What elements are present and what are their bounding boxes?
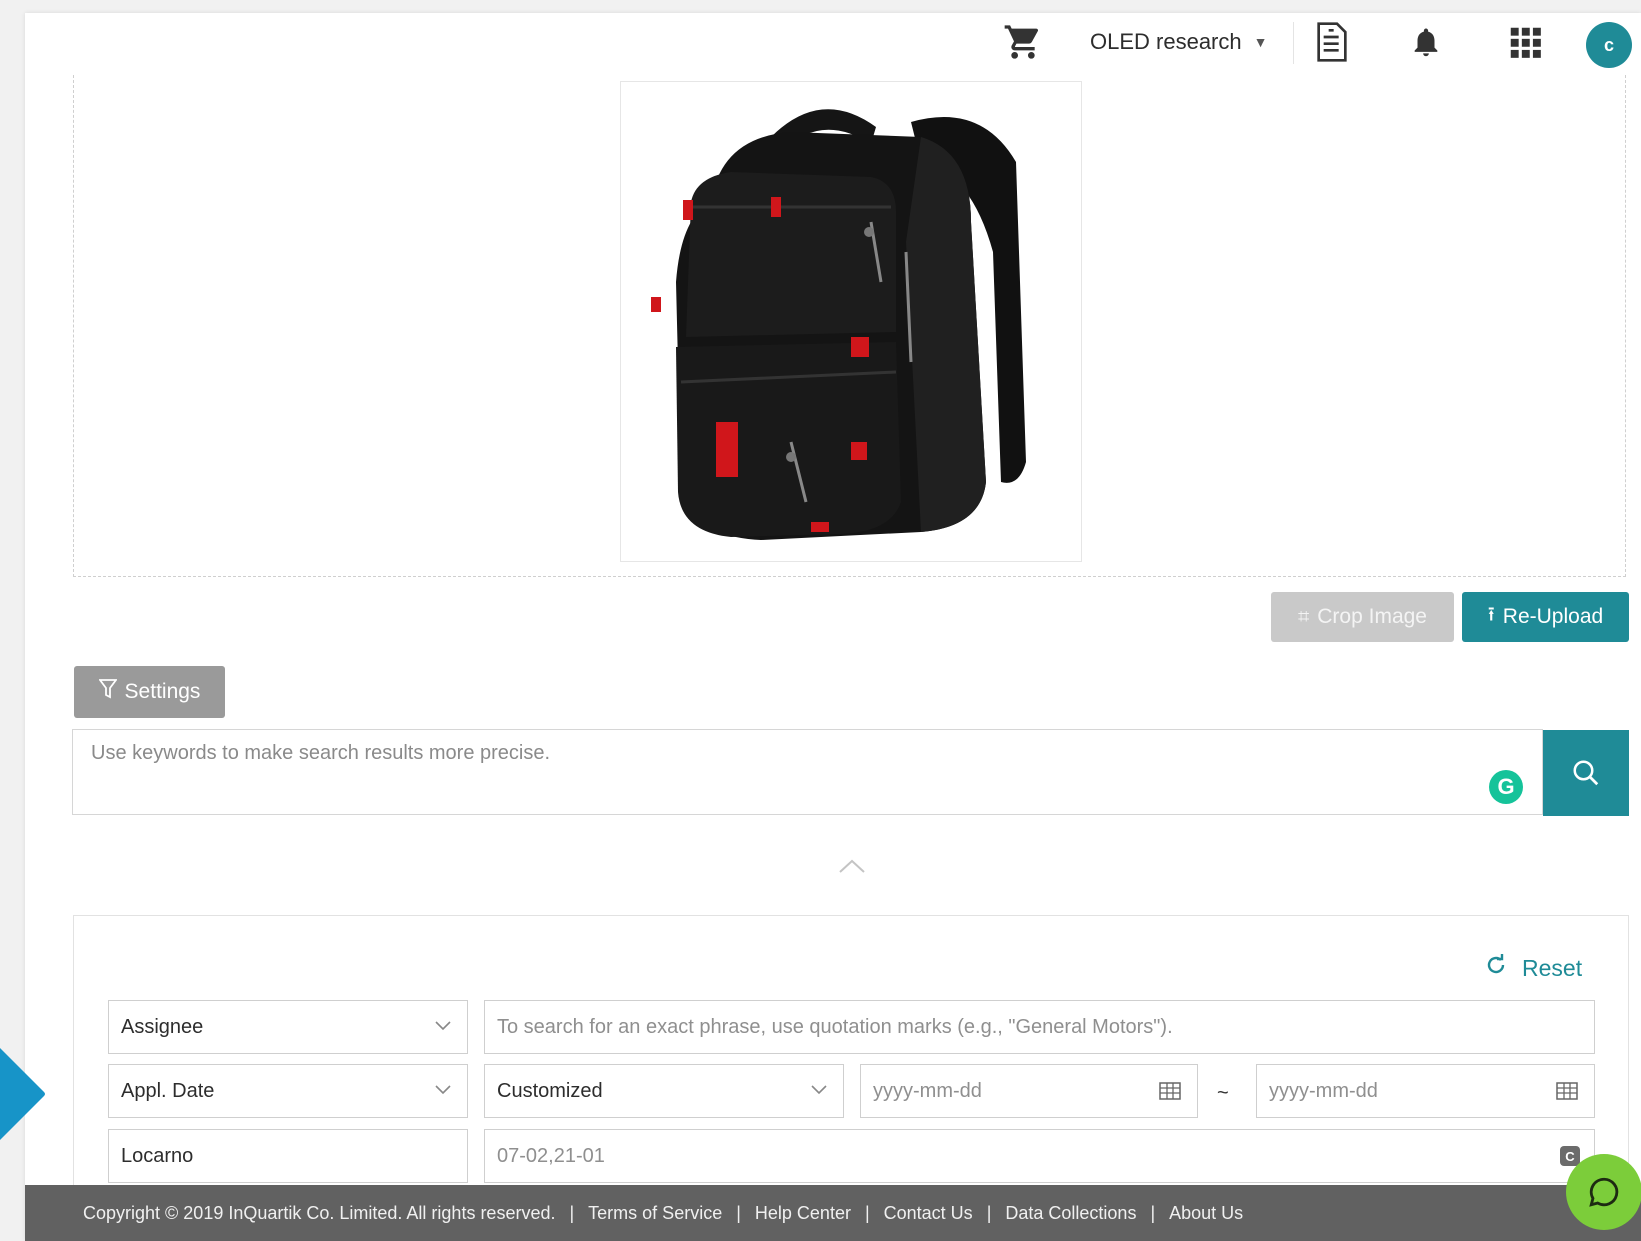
document-icon[interactable] [1315,20,1349,64]
calendar-icon[interactable] [1556,1081,1578,1101]
footer-separator: | [1150,1202,1156,1223]
chevron-down-icon [811,1085,827,1095]
chevron-down-icon [435,1085,451,1095]
chevron-down-icon: ▼ [1253,34,1268,50]
calendar-icon[interactable] [1159,1081,1181,1101]
project-name: OLED research [1090,29,1242,54]
crop-image-button[interactable]: ⌗ Crop Image [1271,592,1454,642]
uploaded-image-preview [620,81,1082,562]
tour-pointer-arrow-icon [0,1048,46,1145]
date-range-type-select[interactable]: Customized [484,1064,844,1118]
reupload-label: Re-Upload [1502,605,1604,628]
date-from-input[interactable]: yyyy-mm-dd [860,1064,1198,1118]
crop-icon: ⌗ [1298,605,1310,628]
field-label-value: Locarno [121,1144,194,1167]
date-to-input[interactable]: yyyy-mm-dd [1256,1064,1595,1118]
chevron-down-icon [435,1021,451,1031]
date-from-placeholder: yyyy-mm-dd [873,1079,982,1102]
upload-icon: ⭱ [1487,604,1495,626]
reset-button[interactable]: Reset [1484,953,1582,984]
footer-separator: | [986,1202,992,1223]
clear-icon[interactable]: C [1560,1146,1580,1166]
footer-link-help[interactable]: Help Center [755,1203,851,1224]
keyword-search-input[interactable] [73,730,1542,814]
cart-icon[interactable] [1003,20,1043,64]
refresh-icon [1484,953,1508,984]
bell-icon[interactable] [1409,20,1443,64]
header-divider [1293,22,1294,64]
apps-grid-icon[interactable] [1506,20,1544,64]
field-label-locarno: Locarno [108,1129,468,1183]
crop-image-label: Crop Image [1317,605,1427,628]
footer-link-terms[interactable]: Terms of Service [588,1203,722,1224]
grammarly-icon[interactable]: G [1489,770,1523,804]
settings-label: Settings [124,680,201,703]
assignee-input[interactable]: To search for an exact phrase, use quota… [484,1000,1595,1054]
date-range-separator: ~ [1217,1082,1229,1104]
chevron-up-icon[interactable] [838,858,866,879]
field-select-value: Appl. Date [121,1079,215,1102]
date-range-type-value: Customized [497,1079,603,1102]
locarno-input[interactable]: 07-02,21-01 C [484,1129,1595,1183]
filter-icon [97,679,118,705]
chat-bubble-icon [1589,1177,1619,1207]
grammarly-letter: G [1497,774,1515,799]
field-select-appl-date[interactable]: Appl. Date [108,1064,468,1118]
reupload-button[interactable]: ⭱ Re-Upload [1462,592,1629,642]
chat-button[interactable] [1566,1154,1641,1230]
footer-separator: | [864,1202,870,1223]
search-button[interactable] [1543,730,1629,816]
footer-link-data-collections[interactable]: Data Collections [1005,1203,1136,1224]
settings-button[interactable]: Settings [74,666,225,718]
footer-separator: | [736,1202,741,1223]
field-select-value: Assignee [121,1015,204,1038]
user-avatar[interactable]: c [1586,22,1632,68]
avatar-initial: c [1603,34,1614,55]
backpack-image [651,109,1026,540]
assignee-input-placeholder: To search for an exact phrase, use quota… [497,1015,1173,1038]
project-selector[interactable]: OLED research ▼ [1090,20,1267,64]
search-icon [1573,760,1599,786]
footer-link-about[interactable]: About Us [1169,1203,1243,1224]
footer: Copyright © 2019 InQuartik Co. Limited. … [25,1185,1641,1241]
locarno-input-value: 07-02,21-01 [497,1144,605,1167]
field-select-assignee[interactable]: Assignee [108,1000,468,1054]
date-to-placeholder: yyyy-mm-dd [1269,1079,1378,1102]
reset-label: Reset [1522,955,1583,981]
footer-copyright: Copyright © 2019 InQuartik Co. Limited. … [83,1202,556,1223]
footer-link-contact[interactable]: Contact Us [884,1203,973,1224]
footer-separator: | [569,1202,575,1223]
keyword-search-box [72,729,1543,815]
